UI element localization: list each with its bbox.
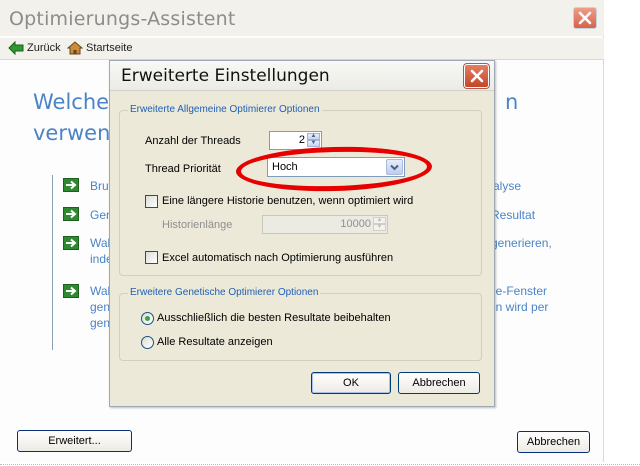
back-label: Zurück (27, 42, 61, 54)
genetic-options-group: Erweitere Genetische Optimierer Optionen (119, 287, 482, 361)
advanced-button[interactable]: Erweitert... (17, 430, 132, 452)
general-options-legend: Erweiterte Allgemeine Optimierer Optione… (128, 104, 322, 115)
dialog-close-button[interactable] (463, 63, 490, 89)
spin-down-icon[interactable]: ▼ (373, 224, 386, 231)
green-arrow-icon (63, 284, 79, 298)
advanced-settings-dialog: Erweiterte Einstellungen Erweiterte Allg… (109, 60, 495, 407)
wizard-nav-bar: Zurück Startseite (0, 38, 604, 60)
wizard-close-button[interactable] (573, 7, 597, 29)
home-icon (67, 41, 83, 55)
dialog-title-bar: Erweiterte Einstellungen (110, 61, 494, 91)
threads-value: 2 (298, 134, 305, 146)
history-length-value: 10000 (340, 218, 371, 230)
radio-best-results[interactable] (141, 312, 154, 325)
history-checkbox-label: Eine längere Historie benutzen, wenn opt… (162, 195, 414, 207)
wizard-link-4-right-line1[interactable]: de-Fenster (489, 283, 547, 299)
wizard-heading-right: n (505, 90, 519, 114)
radio-all-results[interactable] (141, 336, 154, 349)
wizard-heading-line1: Welche (33, 90, 110, 114)
spin-up-icon[interactable]: ▲ (307, 133, 320, 140)
dialog-title: Erweiterte Einstellungen (121, 66, 330, 86)
radio-all-results-label: Alle Resultate anzeigen (157, 336, 273, 348)
back-link[interactable]: Zurück (8, 41, 61, 55)
genetic-options-legend: Erweitere Genetische Optimierer Optionen (128, 287, 321, 298)
history-length-label: Historienlänge (162, 219, 233, 231)
spin-up-icon[interactable]: ▲ (373, 217, 386, 224)
radio-selected-dot (145, 316, 150, 321)
wizard-divider (52, 175, 53, 350)
wizard-link-1-right[interactable]: alyse (493, 178, 521, 194)
history-length-spinner[interactable]: 10000 ▲ ▼ (262, 215, 388, 234)
radio-best-results-label: Ausschließlich die besten Resultate beib… (157, 312, 391, 324)
green-arrow-icon (63, 178, 79, 192)
back-arrow-icon (8, 41, 24, 55)
excel-checkbox[interactable] (145, 251, 158, 264)
green-arrow-icon (63, 236, 79, 250)
history-checkbox[interactable] (145, 195, 158, 208)
home-link[interactable]: Startseite (67, 41, 132, 55)
close-icon (578, 11, 592, 25)
dialog-cancel-button[interactable]: Abbrechen (398, 372, 480, 394)
wizard-title: Optimierungs-Assistent (9, 8, 236, 30)
wizard-link-2-right[interactable]: Resultat (491, 207, 535, 223)
home-label: Startseite (86, 42, 133, 54)
threads-label: Anzahl der Threads (145, 135, 241, 147)
wizard-link-3-right[interactable]: generieren, (491, 235, 552, 251)
spin-down-icon[interactable]: ▼ (307, 140, 320, 147)
bottom-divider (0, 464, 640, 465)
ok-button[interactable]: OK (311, 372, 391, 394)
wizard-cancel-button[interactable]: Abbrechen (517, 431, 590, 453)
green-arrow-icon (63, 207, 79, 221)
priority-label: Thread Priorität (145, 163, 221, 175)
close-icon (470, 69, 483, 83)
excel-checkbox-label: Excel automatisch nach Optimierung ausfü… (162, 252, 394, 264)
wizard-title-bar: Optimierungs-Assistent (0, 0, 604, 36)
wizard-link-4-right-line2[interactable]: en wird per (489, 299, 548, 315)
